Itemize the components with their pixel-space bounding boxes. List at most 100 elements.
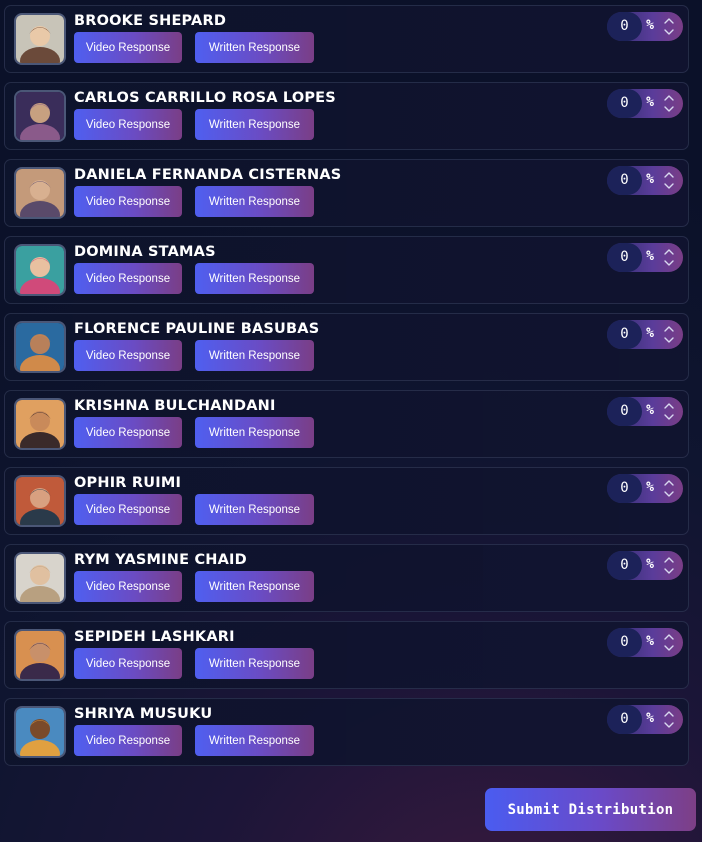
avatar-portrait-icon (16, 169, 64, 217)
chevron-up-down-icon[interactable] (662, 323, 676, 346)
percent-input[interactable]: 0 (607, 551, 642, 580)
participant-card: DANIELA FERNANDA CISTERNAS Video Respons… (4, 159, 689, 227)
percent-input-group: 0 % (607, 474, 683, 503)
percent-input-group: 0 % (607, 89, 683, 118)
participant-card: BROOKE SHEPARD Video Response Written Re… (4, 5, 689, 73)
percent-input[interactable]: 0 (607, 705, 642, 734)
written-response-button[interactable]: Written Response (195, 263, 314, 294)
percent-sign: % (646, 480, 654, 495)
avatar-portrait-icon (16, 708, 64, 756)
percent-input[interactable]: 0 (607, 397, 642, 426)
participant-card: FLORENCE PAULINE BASUBAS Video Response … (4, 313, 689, 381)
submit-distribution-button[interactable]: Submit Distribution (485, 788, 696, 831)
participant-name: OPHIR RUIMI (74, 475, 182, 491)
percent-input-group: 0 % (607, 397, 683, 426)
percent-input-group: 0 % (607, 243, 683, 272)
participant-name: KRISHNA BULCHANDANI (74, 398, 276, 414)
avatar (14, 321, 66, 373)
participant-card: KRISHNA BULCHANDANI Video Response Writt… (4, 390, 689, 458)
percent-input[interactable]: 0 (607, 243, 642, 272)
avatar-portrait-icon (16, 246, 64, 294)
video-response-button[interactable]: Video Response (74, 263, 182, 294)
written-response-button[interactable]: Written Response (195, 340, 314, 371)
avatar-portrait-icon (16, 400, 64, 448)
avatar-portrait-icon (16, 15, 64, 63)
avatar (14, 629, 66, 681)
participant-card: DOMINA STAMAS Video Response Written Res… (4, 236, 689, 304)
written-response-button[interactable]: Written Response (195, 186, 314, 217)
percent-sign: % (646, 634, 654, 649)
written-response-button[interactable]: Written Response (195, 417, 314, 448)
chevron-up-down-icon[interactable] (662, 169, 676, 192)
video-response-button[interactable]: Video Response (74, 32, 182, 63)
avatar (14, 398, 66, 450)
percent-input-group: 0 % (607, 705, 683, 734)
percent-input-group: 0 % (607, 12, 683, 41)
chevron-up-down-icon[interactable] (662, 92, 676, 115)
percent-input[interactable]: 0 (607, 12, 642, 41)
video-response-button[interactable]: Video Response (74, 109, 182, 140)
chevron-up-down-icon[interactable] (662, 554, 676, 577)
chevron-up-down-icon[interactable] (662, 400, 676, 423)
participant-name: RYM YASMINE CHAID (74, 552, 247, 568)
written-response-button[interactable]: Written Response (195, 648, 314, 679)
avatar-portrait-icon (16, 477, 64, 525)
avatar (14, 552, 66, 604)
video-response-button[interactable]: Video Response (74, 725, 182, 756)
percent-input[interactable]: 0 (607, 166, 642, 195)
percent-sign: % (646, 249, 654, 264)
participant-card: SEPIDEH LASHKARI Video Response Written … (4, 621, 689, 689)
participant-name: CARLOS CARRILLO ROSA LOPES (74, 90, 336, 106)
participant-name: DANIELA FERNANDA CISTERNAS (74, 167, 342, 183)
written-response-button[interactable]: Written Response (195, 571, 314, 602)
avatar-portrait-icon (16, 323, 64, 371)
avatar-portrait-icon (16, 631, 64, 679)
video-response-button[interactable]: Video Response (74, 648, 182, 679)
percent-sign: % (646, 403, 654, 418)
video-response-button[interactable]: Video Response (74, 417, 182, 448)
percent-input[interactable]: 0 (607, 320, 642, 349)
percent-input[interactable]: 0 (607, 89, 642, 118)
video-response-button[interactable]: Video Response (74, 571, 182, 602)
written-response-button[interactable]: Written Response (195, 725, 314, 756)
percent-input-group: 0 % (607, 551, 683, 580)
video-response-button[interactable]: Video Response (74, 494, 182, 525)
chevron-up-down-icon[interactable] (662, 708, 676, 731)
avatar (14, 13, 66, 65)
participant-list: BROOKE SHEPARD Video Response Written Re… (4, 5, 689, 775)
percent-input-group: 0 % (607, 166, 683, 195)
chevron-up-down-icon[interactable] (662, 246, 676, 269)
percent-sign: % (646, 18, 654, 33)
written-response-button[interactable]: Written Response (195, 494, 314, 525)
video-response-button[interactable]: Video Response (74, 340, 182, 371)
avatar-portrait-icon (16, 92, 64, 140)
participant-card: OPHIR RUIMI Video Response Written Respo… (4, 467, 689, 535)
participant-name: FLORENCE PAULINE BASUBAS (74, 321, 320, 337)
participant-card: SHRIYA MUSUKU Video Response Written Res… (4, 698, 689, 766)
video-response-button[interactable]: Video Response (74, 186, 182, 217)
percent-input[interactable]: 0 (607, 474, 642, 503)
chevron-up-down-icon[interactable] (662, 631, 676, 654)
percent-sign: % (646, 711, 654, 726)
avatar-portrait-icon (16, 554, 64, 602)
percent-input-group: 0 % (607, 320, 683, 349)
avatar (14, 475, 66, 527)
percent-sign: % (646, 172, 654, 187)
written-response-button[interactable]: Written Response (195, 109, 314, 140)
participant-name: SEPIDEH LASHKARI (74, 629, 235, 645)
avatar (14, 244, 66, 296)
participant-name: SHRIYA MUSUKU (74, 706, 213, 722)
percent-sign: % (646, 557, 654, 572)
avatar (14, 706, 66, 758)
percent-input[interactable]: 0 (607, 628, 642, 657)
avatar (14, 90, 66, 142)
percent-input-group: 0 % (607, 628, 683, 657)
chevron-up-down-icon[interactable] (662, 15, 676, 38)
percent-sign: % (646, 326, 654, 341)
percent-sign: % (646, 95, 654, 110)
participant-card: RYM YASMINE CHAID Video Response Written… (4, 544, 689, 612)
written-response-button[interactable]: Written Response (195, 32, 314, 63)
chevron-up-down-icon[interactable] (662, 477, 676, 500)
participant-card: CARLOS CARRILLO ROSA LOPES Video Respons… (4, 82, 689, 150)
participant-name: DOMINA STAMAS (74, 244, 216, 260)
